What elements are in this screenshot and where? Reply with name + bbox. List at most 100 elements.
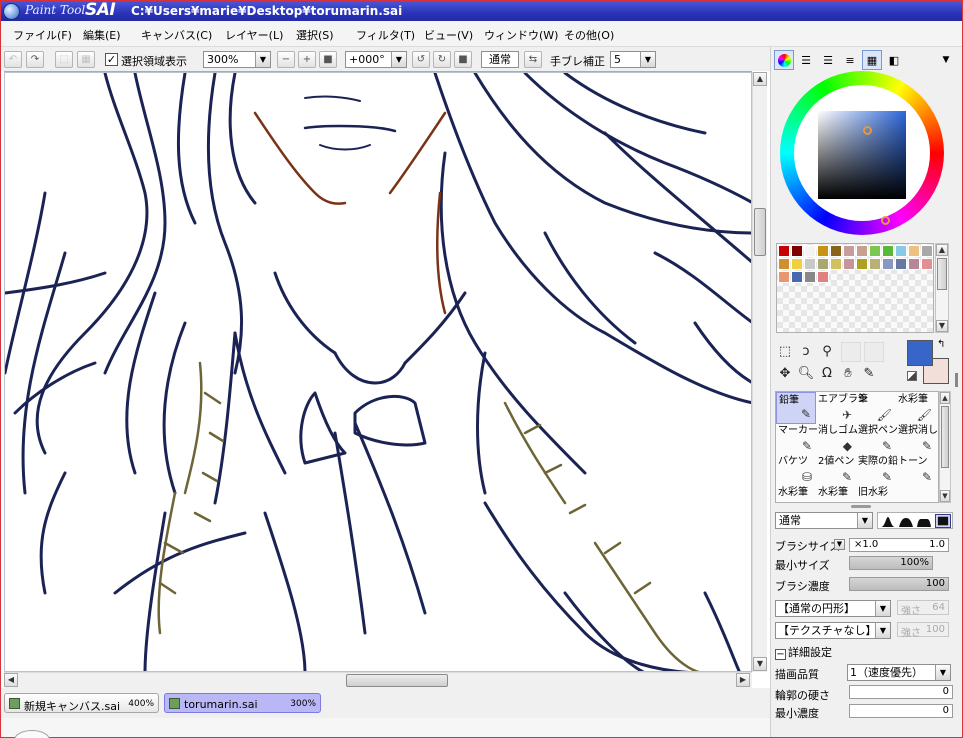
- horizontal-scroll-thumb[interactable]: [346, 674, 448, 687]
- rotate-tool[interactable]: Ω: [817, 363, 837, 383]
- brush-slot[interactable]: 2値ペン ✎: [816, 454, 856, 486]
- tip-shape-sharp-icon[interactable]: [881, 516, 895, 527]
- menu-canvas[interactable]: キャンバス(C): [141, 27, 212, 43]
- brush-slot[interactable]: 選択ペン ✎: [856, 423, 898, 455]
- brush-slot[interactable]: 消しゴム ◆: [816, 423, 858, 455]
- color-wheel[interactable]: [780, 71, 944, 235]
- color-swatch[interactable]: [843, 245, 855, 257]
- color-swatch[interactable]: [856, 258, 868, 270]
- primary-color-swatch[interactable]: [907, 340, 933, 366]
- rect-select-tool[interactable]: ⬚: [775, 341, 795, 361]
- menu-other[interactable]: その他(O): [564, 27, 614, 43]
- color-swatch[interactable]: [882, 245, 894, 257]
- flip-button[interactable]: ⇆: [524, 51, 542, 68]
- canvas[interactable]: [4, 72, 752, 672]
- tip-shape-flat-icon[interactable]: [917, 516, 931, 527]
- menu-edit[interactable]: 編集(E): [83, 27, 121, 43]
- brush-slot[interactable]: 筆 🖌︎: [856, 392, 896, 424]
- file-tab-torumarin[interactable]: torumarin.sai 300%: [164, 693, 321, 713]
- min-density-slider[interactable]: 0: [849, 704, 953, 718]
- brush-slot[interactable]: バケツ ⛁: [776, 454, 816, 486]
- brush-size-slider[interactable]: ×1.0 1.0: [849, 538, 949, 552]
- rotate-right-button[interactable]: ↻: [433, 51, 451, 68]
- file-tab-new-canvas[interactable]: 新規キャンバス.sai 400%: [4, 693, 159, 713]
- zoom-reset-button[interactable]: ■: [319, 51, 337, 68]
- brush-blend-select[interactable]: 通常 ▼: [775, 512, 873, 529]
- brush-slot[interactable]: 選択消し ✎: [896, 423, 938, 455]
- brush-slot[interactable]: トーン ✎: [896, 454, 936, 486]
- menu-selection[interactable]: 選択(S): [296, 27, 334, 43]
- color-swatch[interactable]: [882, 258, 894, 270]
- shape-strength-slider[interactable]: 強さ 64: [897, 600, 949, 617]
- reset-colors-icon[interactable]: [907, 371, 917, 381]
- eyedropper-tool[interactable]: ✎: [859, 363, 879, 383]
- swatch-scroll-thumb[interactable]: [937, 258, 947, 290]
- scroll-right-icon[interactable]: ▶: [736, 673, 750, 687]
- color-swatch[interactable]: [869, 258, 881, 270]
- color-swatch[interactable]: [778, 258, 790, 270]
- brush-scrollbar[interactable]: ▲ ▼: [939, 391, 951, 503]
- deselect-button[interactable]: ⬚: [55, 51, 73, 68]
- move-tool[interactable]: ✥: [775, 363, 795, 383]
- brush-slot[interactable]: 水彩筆 🖌︎: [896, 392, 936, 424]
- color-swatch[interactable]: [908, 245, 920, 257]
- undo-button[interactable]: ↶: [4, 51, 22, 68]
- selection-display-checkbox[interactable]: ✓: [105, 53, 118, 66]
- brush-shape-select[interactable]: 【通常の円形】 ▼: [775, 600, 891, 617]
- rgb-slider-tab[interactable]: ☰: [796, 50, 816, 70]
- scroll-up-icon[interactable]: ▲: [940, 392, 950, 404]
- tip-shape-square-icon[interactable]: [935, 514, 951, 528]
- color-swatch[interactable]: [830, 258, 842, 270]
- edge-hardness-slider[interactable]: 0: [849, 685, 953, 699]
- hue-marker[interactable]: [881, 216, 890, 225]
- canvas-vertical-scrollbar[interactable]: ▲ ▼: [752, 72, 767, 672]
- menu-file[interactable]: ファイル(F): [13, 27, 72, 43]
- saturation-value-square[interactable]: [818, 111, 906, 199]
- color-swatch[interactable]: [869, 245, 881, 257]
- color-swatch[interactable]: [804, 245, 816, 257]
- color-swatch[interactable]: [817, 245, 829, 257]
- color-swatch[interactable]: [830, 245, 842, 257]
- color-wheel-tab[interactable]: [774, 50, 794, 70]
- view-mode-button[interactable]: 通常: [481, 51, 519, 68]
- rotate-left-button[interactable]: ↺: [412, 51, 430, 68]
- color-swatch[interactable]: [856, 245, 868, 257]
- min-size-slider[interactable]: 100%: [849, 556, 933, 570]
- scroll-up-icon[interactable]: ▲: [753, 72, 767, 86]
- select-all-button[interactable]: ▦: [77, 51, 95, 68]
- texture-select[interactable]: 【テクスチャなし】 ▼: [775, 622, 891, 639]
- tip-shape-round-icon[interactable]: [899, 516, 913, 527]
- color-swatch[interactable]: [804, 258, 816, 270]
- panel-menu-button[interactable]: ▼: [936, 50, 956, 70]
- scroll-down-icon[interactable]: ▼: [753, 657, 767, 671]
- redo-button[interactable]: ↷: [26, 51, 44, 68]
- swatch-scrollbar[interactable]: ▲ ▼: [935, 243, 949, 333]
- scratchpad-tab[interactable]: ◧: [884, 50, 904, 70]
- brush-slot[interactable]: 実際の鉛 ✎: [856, 454, 898, 486]
- scroll-down-icon[interactable]: ▼: [940, 490, 950, 502]
- vertical-scroll-thumb[interactable]: [754, 208, 766, 256]
- zoom-select[interactable]: 300% ▼: [203, 51, 271, 68]
- detail-settings-header[interactable]: − 詳細設定: [775, 644, 832, 660]
- scroll-up-icon[interactable]: ▲: [936, 244, 948, 256]
- color-swatch[interactable]: [791, 245, 803, 257]
- color-swatch[interactable]: [817, 258, 829, 270]
- magic-wand-tool[interactable]: ⚲: [817, 341, 837, 361]
- color-swatch[interactable]: [895, 245, 907, 257]
- density-slider[interactable]: 100: [849, 577, 949, 591]
- scroll-left-icon[interactable]: ◀: [4, 673, 18, 687]
- scroll-down-icon[interactable]: ▼: [936, 320, 948, 332]
- color-swatch[interactable]: [843, 258, 855, 270]
- rotation-select[interactable]: +000° ▼: [345, 51, 407, 68]
- menu-filter[interactable]: フィルタ(T): [356, 27, 415, 43]
- zoom-in-button[interactable]: +: [298, 51, 316, 68]
- swap-colors-icon[interactable]: ↰: [937, 339, 945, 350]
- panel-splitter[interactable]: [955, 373, 958, 387]
- brush-scroll-thumb[interactable]: [941, 406, 949, 468]
- color-swatch[interactable]: [791, 258, 803, 270]
- swatch-tab[interactable]: ▦: [862, 50, 882, 70]
- color-swatch[interactable]: [817, 271, 829, 283]
- brush-slot[interactable]: エアブラシ ✈: [816, 392, 868, 424]
- swatch-grid[interactable]: [776, 243, 934, 333]
- rotation-reset-button[interactable]: ■: [454, 51, 472, 68]
